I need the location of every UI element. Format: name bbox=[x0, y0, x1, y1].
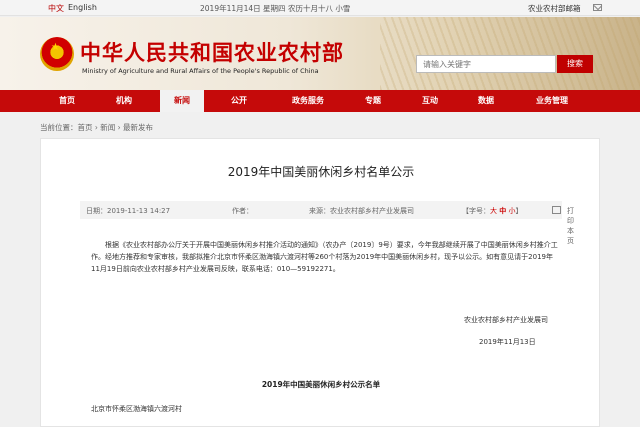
national-emblem-icon: ★ bbox=[40, 37, 74, 71]
site-title[interactable]: 中华人民共和国农业农村部 bbox=[80, 37, 344, 67]
font-size-end: 】 bbox=[515, 207, 523, 215]
search-button[interactable]: 搜索 bbox=[557, 55, 593, 73]
nav-item-public[interactable]: 公开 bbox=[219, 90, 259, 112]
article-body: 根据《农业农村部办公厅关于开展中国美丽休闲乡村推介活动的通知》（农办产〔2019… bbox=[91, 239, 561, 275]
source-label: 来源：农业农村部乡村产业发展司 bbox=[309, 207, 414, 215]
author-label: 作者： bbox=[232, 207, 253, 215]
nav-item-interaction[interactable]: 互动 bbox=[410, 90, 450, 112]
lang-english-link[interactable]: English bbox=[68, 3, 97, 12]
nav-item-data[interactable]: 数据 bbox=[466, 90, 506, 112]
site-header: ★ 中华人民共和国农业农村部 Ministry of Agriculture a… bbox=[0, 17, 640, 90]
article-panel: 2019年中国美丽休闲乡村名单公示 日期：2019-11-13 14:27 作者… bbox=[40, 138, 600, 427]
article-title: 2019年中国美丽休闲乡村名单公示 bbox=[227, 165, 415, 179]
site-subtitle-english: Ministry of Agriculture and Rural Affair… bbox=[82, 67, 319, 75]
wheat-background bbox=[380, 17, 640, 90]
print-button[interactable]: 打印本页 bbox=[567, 206, 574, 246]
lang-chinese-link[interactable]: 中文 bbox=[48, 3, 64, 14]
nav-item-home[interactable]: 首页 bbox=[47, 90, 87, 112]
article-meta-bar: 日期：2019-11-13 14:27 作者： 来源：农业农村部乡村产业发展司 … bbox=[80, 201, 574, 245]
font-size-medium[interactable]: 中 bbox=[499, 207, 506, 215]
nav-item-business[interactable]: 业务管理 bbox=[524, 90, 580, 112]
list-title: 2019年中国美丽休闲乡村公示名单 bbox=[261, 380, 381, 389]
nav-item-news[interactable]: 新闻 bbox=[160, 90, 204, 112]
font-size-big[interactable]: 大 bbox=[490, 207, 497, 215]
main-nav: 首页 机构 新闻 公开 政务服务 专题 互动 数据 业务管理 bbox=[0, 90, 640, 112]
nav-item-institutions[interactable]: 机构 bbox=[104, 90, 144, 112]
top-utility-bar: 中文 English 2019年11月14日 星期四 农历十月十八 小雪 农业农… bbox=[0, 0, 640, 16]
search-input[interactable] bbox=[416, 55, 556, 73]
font-size-label: 【字号： bbox=[462, 207, 490, 215]
breadcrumb[interactable]: 当前位置：首页 › 新闻 › 最新发布 bbox=[40, 122, 153, 133]
publish-date: 日期：2019-11-13 14:27 bbox=[86, 207, 171, 215]
nav-item-topics[interactable]: 专题 bbox=[353, 90, 393, 112]
signature-department: 农业农村部乡村产业发展司 bbox=[464, 316, 548, 324]
mailbox-link[interactable]: 农业农村部邮箱 bbox=[528, 3, 581, 14]
mail-icon[interactable] bbox=[593, 4, 602, 11]
date-lunar-text: 2019年11月14日 星期四 农历十月十八 小雪 bbox=[200, 4, 351, 13]
font-size-control: 【字号：大 中 小】 bbox=[462, 206, 522, 216]
signature-date: 2019年11月13日 bbox=[479, 338, 536, 346]
article-paragraph: 根据《农业农村部办公厅关于开展中国美丽休闲乡村推介活动的通知》（农办产〔2019… bbox=[91, 241, 558, 273]
list-item: 北京市怀柔区渤海镇六渡河村 bbox=[91, 405, 182, 413]
print-icon[interactable] bbox=[552, 206, 561, 214]
nav-item-services[interactable]: 政务服务 bbox=[280, 90, 336, 112]
